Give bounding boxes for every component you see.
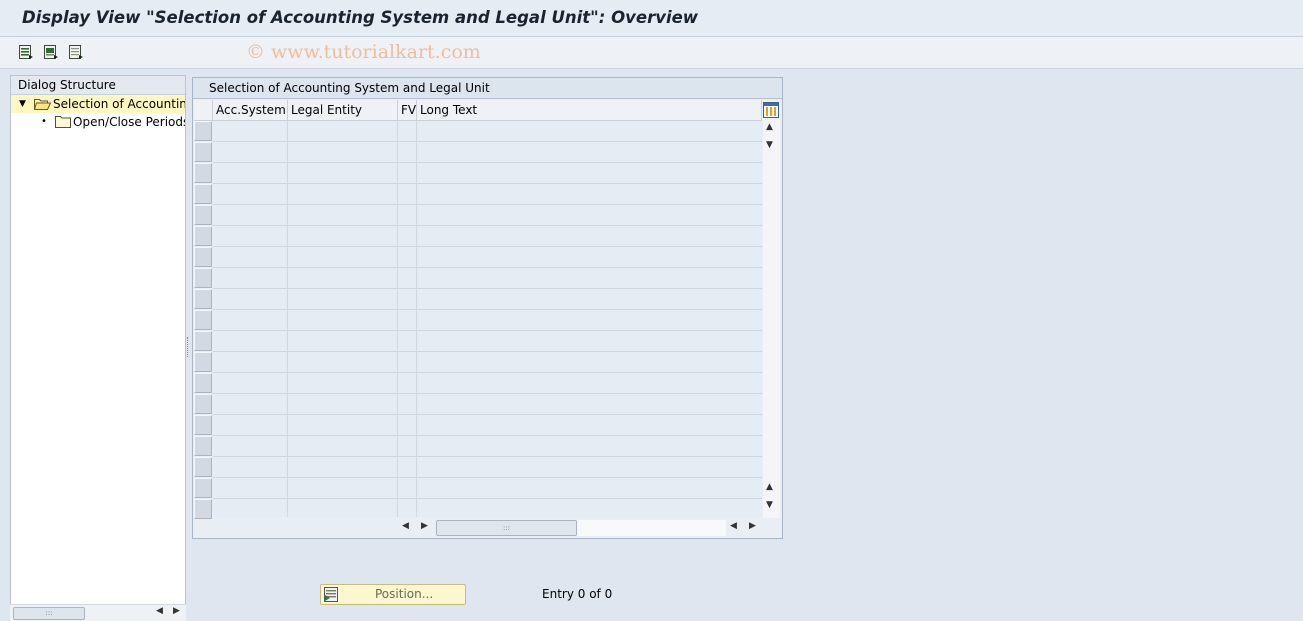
row-selector[interactable] [194, 205, 212, 225]
row-divider [213, 309, 762, 310]
row-selector[interactable] [194, 373, 212, 393]
row-selector[interactable] [194, 394, 212, 414]
row-divider [213, 183, 762, 184]
folder-icon [55, 115, 71, 133]
scroll-left-icon[interactable]: ◀ [730, 521, 737, 531]
row-selector[interactable] [194, 331, 212, 351]
row-selector[interactable] [194, 352, 212, 372]
scroll-right-icon[interactable]: ▶ [749, 521, 756, 531]
column-divider [416, 121, 417, 517]
tree-item-selection-of-accounting[interactable]: ▼ Selection of Accounting [11, 95, 185, 113]
scroll-down-icon[interactable]: ▼ [766, 500, 773, 510]
tree-item-open-close-periods[interactable]: • Open/Close Periods D [11, 113, 185, 131]
row-divider [213, 162, 762, 163]
scroll-up-icon[interactable]: ▲ [766, 122, 773, 132]
row-divider [213, 330, 762, 331]
row-divider [213, 477, 762, 478]
row-divider [213, 351, 762, 352]
table-body [213, 121, 762, 517]
bullet-icon: • [41, 116, 47, 127]
row-divider [213, 435, 762, 436]
column-header-acc-system[interactable]: Acc.System [213, 100, 288, 121]
table-panel: Selection of Accounting System and Legal… [192, 77, 783, 539]
column-divider [397, 121, 398, 517]
data-table: Acc.System Legal Entity FV Long Text [194, 100, 762, 520]
table-settings-icon [763, 102, 779, 118]
dialog-structure-header: Dialog Structure [11, 76, 185, 95]
select-all-rows-cell[interactable] [194, 100, 213, 121]
row-selector[interactable] [194, 142, 212, 162]
dialog-structure-panel: Dialog Structure ▼ Selection of Accounti… [10, 75, 186, 621]
row-divider [213, 456, 762, 457]
row-divider [213, 204, 762, 205]
select-block-button[interactable] [43, 44, 59, 60]
page-title: Display View "Selection of Accounting Sy… [22, 8, 699, 27]
column-settings-button[interactable] [762, 100, 780, 120]
row-divider [213, 225, 762, 226]
table-vertical-scrollbar[interactable]: ▲ ▼ ▲ ▼ [763, 120, 780, 518]
row-selector[interactable] [194, 268, 212, 288]
table-title: Selection of Accounting System and Legal… [193, 78, 782, 99]
page-down-icon[interactable]: ▼ [766, 140, 773, 150]
position-icon [324, 587, 340, 605]
row-divider [213, 372, 762, 373]
row-selector[interactable] [194, 499, 212, 519]
watermark-text: © www.tutorialkart.com [246, 41, 481, 63]
scrollbar-thumb[interactable]: ::: [436, 520, 577, 536]
select-block-icon [44, 45, 58, 59]
page-up-icon[interactable]: ▲ [766, 482, 773, 492]
deselect-all-icon [69, 45, 83, 59]
row-selector[interactable] [194, 289, 212, 309]
row-divider [213, 393, 762, 394]
splitter-grip-icon [187, 337, 189, 357]
position-button[interactable]: Position... [320, 584, 466, 605]
tree-horizontal-scrollbar[interactable]: ::: ◀ ▶ [10, 604, 186, 621]
scroll-left-icon[interactable]: ◀ [402, 521, 409, 531]
title-bar: Display View "Selection of Accounting Sy… [0, 0, 1303, 37]
column-header-long-text[interactable]: Long Text [417, 100, 762, 121]
column-header-legal-entity[interactable]: Legal Entity [288, 100, 398, 121]
expand-arrow-icon[interactable]: ▼ [19, 95, 26, 113]
row-selector[interactable] [194, 247, 212, 267]
select-all-button[interactable] [18, 44, 34, 60]
tree-item-label: Selection of Accounting [53, 97, 186, 111]
tree-item-label: Open/Close Periods D [73, 115, 186, 129]
row-divider [213, 414, 762, 415]
row-selector[interactable] [194, 436, 212, 456]
row-divider [213, 288, 762, 289]
row-divider [213, 141, 762, 142]
row-divider [213, 246, 762, 247]
entry-count-text: Entry 0 of 0 [542, 587, 613, 601]
row-divider [213, 498, 762, 499]
row-selector[interactable] [194, 415, 212, 435]
row-selector[interactable] [194, 184, 212, 204]
position-button-label: Position... [375, 587, 434, 601]
scroll-right-icon[interactable]: ▶ [421, 521, 428, 531]
table-horizontal-scrollbar[interactable]: ◀ ▶ ::: ◀ ▶ [193, 519, 782, 538]
deselect-all-button[interactable] [68, 44, 84, 60]
application-toolbar: © www.tutorialkart.com [0, 37, 1303, 69]
row-divider [213, 267, 762, 268]
row-selector[interactable] [194, 457, 212, 477]
row-selector[interactable] [194, 121, 212, 141]
scroll-right-icon[interactable]: ▶ [173, 606, 180, 616]
select-all-icon [19, 45, 33, 59]
row-selector[interactable] [194, 226, 212, 246]
scrollbar-thumb[interactable]: ::: [13, 607, 85, 620]
column-divider [287, 121, 288, 517]
row-selector[interactable] [194, 478, 212, 498]
row-selector[interactable] [194, 163, 212, 183]
scroll-left-icon[interactable]: ◀ [156, 606, 163, 616]
row-selector[interactable] [194, 310, 212, 330]
column-header-fv[interactable]: FV [398, 100, 417, 121]
